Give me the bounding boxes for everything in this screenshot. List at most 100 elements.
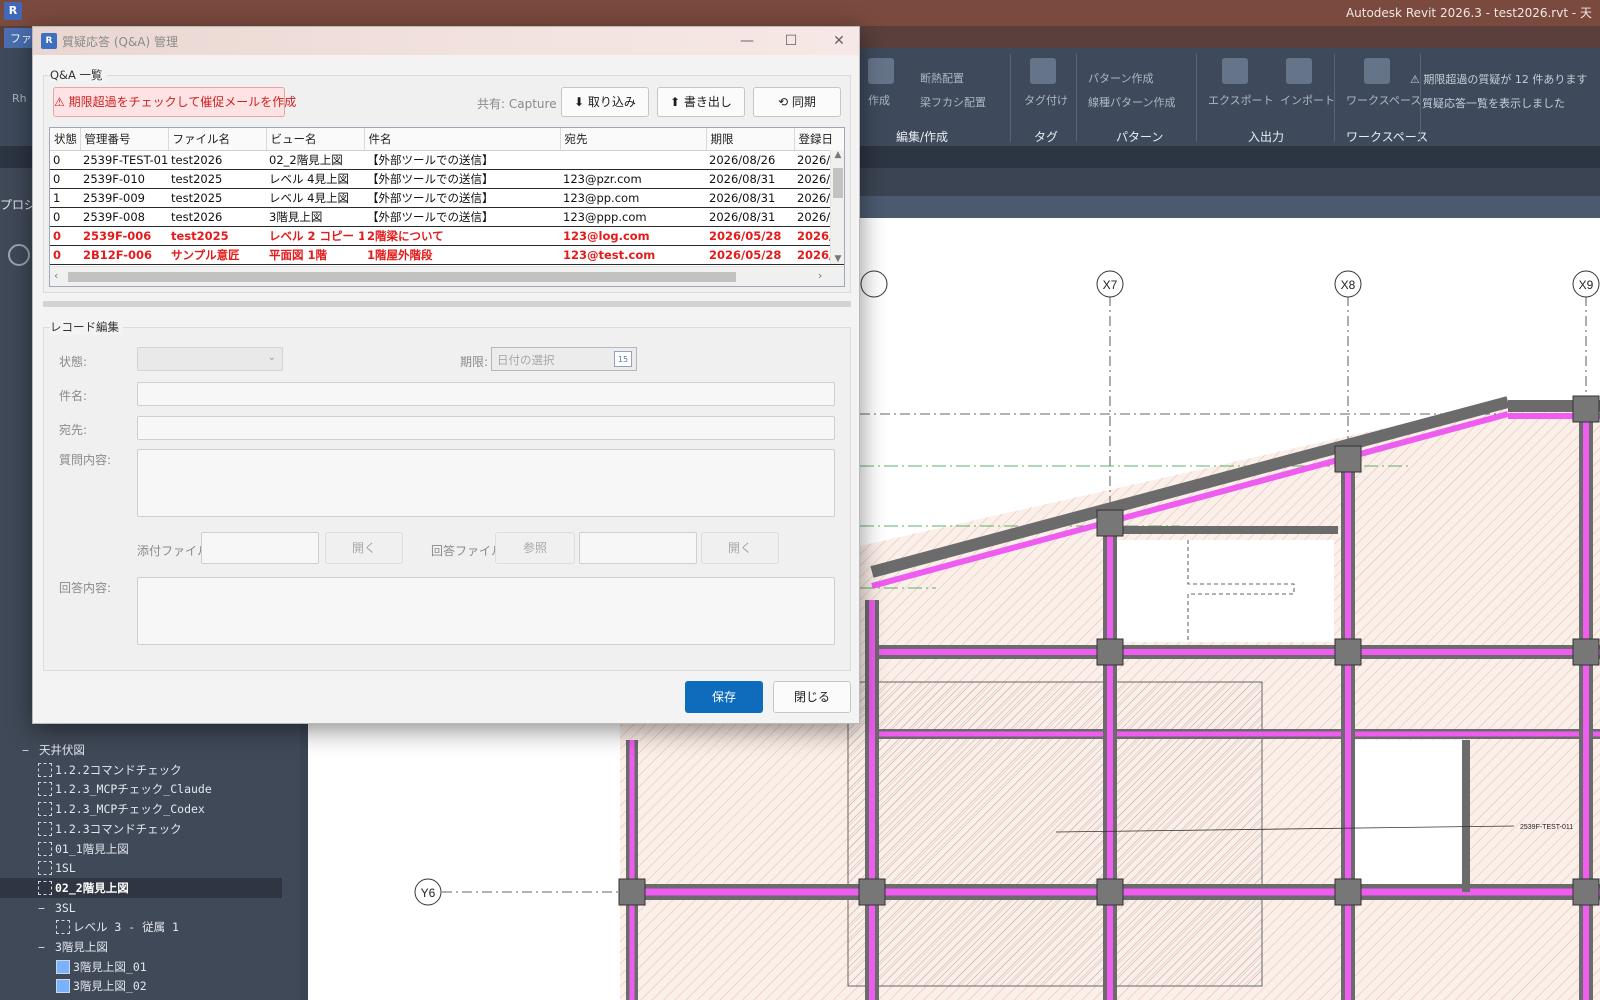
table-cell: test2026 — [168, 150, 266, 170]
sync-button[interactable]: ⟲ 同期 — [753, 87, 841, 117]
scroll-right-icon[interactable]: › — [818, 269, 822, 282]
table-cell: 2B12F-006 — [80, 245, 168, 265]
save-button[interactable]: 保存 — [685, 681, 763, 713]
scroll-left-icon[interactable]: ‹ — [54, 269, 58, 282]
tree-item[interactable]: 1.2.3コマンドチェック — [38, 819, 182, 839]
view-icon — [56, 979, 70, 994]
answer-field[interactable] — [137, 577, 835, 645]
table-cell: 2階梁について — [364, 226, 560, 246]
table-cell: 123@pp.com — [560, 188, 706, 208]
tree-item[interactable]: 1SL — [38, 858, 76, 878]
collapse-icon[interactable]: − — [38, 937, 48, 957]
tree-item[interactable]: − 3SL — [38, 898, 76, 918]
column-header[interactable]: 件名 — [364, 128, 561, 151]
project-browser-title: プロジ — [0, 198, 37, 212]
tree-item[interactable]: − 天井伏図 — [22, 740, 85, 760]
open-attachment-button[interactable]: 開く — [325, 532, 403, 564]
panel-splitter[interactable] — [43, 301, 851, 307]
import-button[interactable]: ⬇ 取り込み — [561, 87, 649, 117]
table-cell: 123@log.com — [560, 226, 706, 246]
vertical-scrollbar[interactable]: ▲ ▼ — [830, 150, 844, 264]
ribbon-group-io: 入出力 — [1248, 130, 1285, 144]
column-header[interactable]: 登録日 — [794, 128, 844, 151]
tree-item[interactable]: 1.2.2コマンドチェック — [38, 760, 182, 780]
table-cell: 0 — [50, 245, 80, 265]
table-row[interactable]: 0 2539F-010 test2025 レベル 4見上図 【外部ツールでの送信】 123… — [50, 169, 844, 189]
tree-item-label: 天井伏図 — [38, 743, 85, 757]
table-row[interactable]: 0 2B12F-006 サンプル意匠 平面図 1階 1階屋外階段 123@test.com… — [50, 245, 844, 265]
view-icon — [38, 841, 52, 856]
tree-item[interactable]: レベル 3 - 従属 1 — [56, 917, 179, 937]
tree-item-label: 3階見上図 — [54, 940, 108, 954]
ribbon-beam-offset[interactable]: 梁フカシ配置 — [920, 94, 986, 110]
column-header[interactable]: ビュー名 — [266, 128, 365, 151]
table-row[interactable]: 0 2539F-006 test2025 レベル 2 コピー 1 2階梁について 123@… — [50, 226, 844, 246]
vertical-scroll-thumb[interactable] — [833, 168, 843, 198]
tree-item-label: 3階見上図_02 — [73, 979, 147, 994]
upload-icon: ⬆ — [670, 95, 684, 109]
revit-logo-icon[interactable]: R — [4, 2, 22, 20]
tree-item[interactable]: 1.2.3_MCPチェック_Codex — [38, 799, 205, 819]
tree-item[interactable]: 3階見上図_01 — [56, 957, 147, 977]
search-icon[interactable] — [8, 244, 30, 266]
collapse-icon[interactable]: − — [38, 898, 48, 918]
ribbon-pattern-create[interactable]: パターン作成 — [1088, 70, 1153, 86]
ribbon-export[interactable]: エクスポート — [1208, 92, 1274, 108]
workspace-icon — [1364, 58, 1390, 84]
status-select[interactable]: ⌄ — [137, 347, 283, 371]
ribbon-import[interactable]: インポート — [1280, 92, 1335, 108]
tree-item-label: レベル 3 - 従属 1 — [73, 920, 179, 935]
tree-item[interactable]: 3階見上図_02 — [56, 976, 147, 996]
export-button[interactable]: ⬆ 書き出し — [657, 87, 745, 117]
record-edit-label: レコード編集 — [50, 319, 123, 335]
close-icon[interactable]: ✕ — [827, 31, 851, 51]
collapse-icon[interactable]: − — [22, 740, 32, 760]
scroll-up-icon[interactable]: ▲ — [831, 150, 844, 160]
view-icon — [38, 782, 52, 797]
dialog-title-bar[interactable]: R 質疑応答 (Q&A) 管理 — ☐ ✕ — [33, 27, 859, 55]
tree-item[interactable]: 02_2階見上図 — [38, 878, 129, 898]
tree-item[interactable]: 01_1階見上図 — [38, 839, 129, 859]
chevron-down-icon: ⌄ — [267, 352, 276, 363]
view-icon — [38, 762, 52, 777]
table-cell: 2539F-010 — [80, 169, 168, 189]
table-cell: 2026/05/28 — [706, 226, 794, 246]
table-row[interactable]: 0 2539F-008 test2026 3階見上図 【外部ツールでの送信】 123@pp… — [50, 207, 844, 227]
open-answer-button[interactable]: 開く — [701, 532, 779, 564]
ribbon-line-pattern[interactable]: 線種パターン作成 — [1088, 94, 1175, 110]
horizontal-scroll-thumb[interactable] — [68, 272, 736, 282]
close-button[interactable]: 閉じる — [773, 681, 851, 713]
revit-window-title: Autodesk Revit 2026.3 - test2026.rvt - 天 — [1345, 6, 1592, 20]
subject-field[interactable] — [137, 382, 835, 406]
attachment-field[interactable] — [201, 532, 319, 564]
horizontal-scrollbar[interactable]: ‹ › — [50, 266, 844, 286]
table-cell: 2539F-TEST-011 — [80, 150, 168, 170]
view-icon — [56, 920, 70, 935]
due-date-picker[interactable]: 日付の選択 15 — [491, 347, 637, 371]
ribbon-group-edit: 編集/作成 — [896, 130, 949, 144]
calendar-icon[interactable]: 15 — [614, 351, 632, 367]
scroll-down-icon[interactable]: ▼ — [831, 254, 844, 264]
table-cell — [560, 150, 706, 170]
ribbon-tag[interactable]: タグ付け — [1024, 92, 1068, 108]
tree-item[interactable]: − 3階見上図 — [38, 937, 108, 957]
table-row[interactable]: 0 2539F-TEST-011 test2026 02_2階見上図 【外部ツールでの送… — [50, 150, 844, 170]
column-header[interactable]: 期限 — [706, 128, 795, 151]
ribbon-insulation[interactable]: 断熱配置 — [920, 70, 964, 86]
browse-button[interactable]: 参照 — [495, 532, 575, 564]
column-header[interactable]: 管理番号 — [80, 128, 169, 151]
to-field[interactable] — [137, 416, 835, 440]
minimize-icon[interactable]: — — [735, 31, 759, 51]
qa-table[interactable]: 状態 管理番号 ファイル名 ビュー名 件名 宛先 期限 登録日 0 2539F-TEST-011… — [49, 127, 845, 287]
export-icon — [1222, 58, 1248, 84]
column-header[interactable]: ファイル名 — [168, 128, 267, 151]
overdue-check-button[interactable]: ⚠ 期限超過をチェックして催促メールを作成 — [53, 87, 296, 117]
ribbon-create[interactable]: 作成 — [868, 92, 890, 108]
tree-item[interactable]: 1.2.3_MCPチェック_Claude — [38, 779, 212, 799]
maximize-icon[interactable]: ☐ — [779, 31, 803, 51]
column-header[interactable]: 状態 — [50, 128, 81, 151]
answer-file-field[interactable] — [579, 532, 697, 564]
question-field[interactable] — [137, 449, 835, 517]
table-row[interactable]: 1 2539F-009 test2025 レベル 4見上図 【外部ツールでの送信】 123… — [50, 188, 844, 208]
column-header[interactable]: 宛先 — [560, 128, 707, 151]
